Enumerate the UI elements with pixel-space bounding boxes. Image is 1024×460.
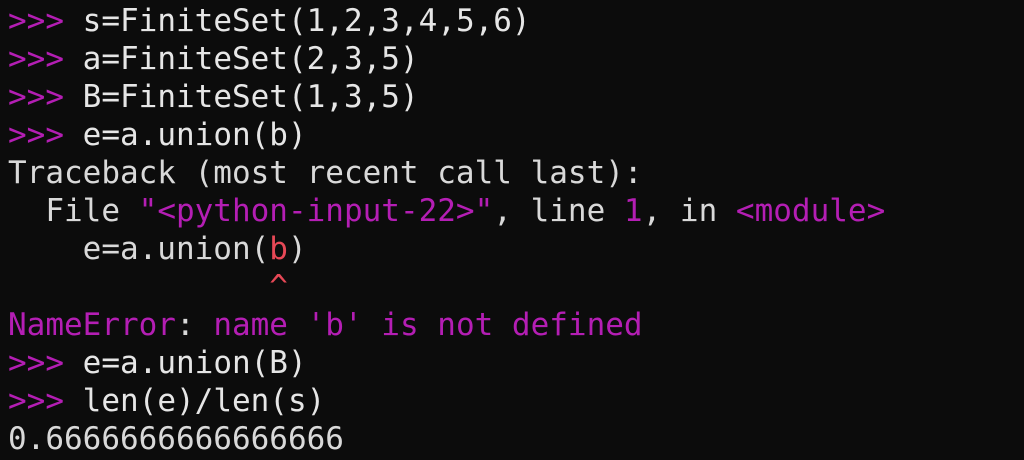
- output-line: 0.6666666666666666: [8, 420, 1024, 458]
- command-text: a=FiniteSet(2,3,5): [82, 41, 419, 77]
- tb-file-prefix: File: [8, 193, 139, 229]
- terminal-window[interactable]: >>> s=FiniteSet(1,2,3,4,5,6) >>> a=Finit…: [0, 0, 1024, 460]
- output-value: 0.6666666666666666: [8, 421, 344, 457]
- tb-file-name: "<python-input-22>": [138, 193, 494, 229]
- input-line: >>> s=FiniteSet(1,2,3,4,5,6): [8, 2, 1024, 40]
- input-line: >>> e=a.union(B): [8, 344, 1024, 382]
- prompt: >>>: [8, 117, 64, 153]
- traceback-header: Traceback (most recent call last):: [8, 154, 1024, 192]
- prompt: >>>: [8, 79, 64, 115]
- prompt: >>>: [8, 383, 64, 419]
- tb-code-prefix: e=a.union(: [8, 231, 270, 267]
- input-line: >>> B=FiniteSet(1,3,5): [8, 78, 1024, 116]
- prompt: >>>: [8, 345, 64, 381]
- tb-in: , in: [642, 193, 736, 229]
- traceback-text: Traceback (most recent call last):: [8, 155, 643, 191]
- input-line: >>> e=a.union(b): [8, 116, 1024, 154]
- tb-line-number: 1: [623, 193, 643, 229]
- prompt: >>>: [8, 41, 64, 77]
- tb-code-highlight: b: [269, 231, 288, 267]
- error-caret: ^: [8, 269, 288, 305]
- command-text: e=a.union(B): [82, 345, 307, 381]
- terminal-output: >>> s=FiniteSet(1,2,3,4,5,6) >>> a=Finit…: [8, 2, 1024, 458]
- error-name: NameError: [8, 307, 176, 343]
- traceback-file-line: File "<python-input-22>", line 1, in <mo…: [8, 192, 1024, 230]
- command-text: s=FiniteSet(1,2,3,4,5,6): [82, 3, 531, 39]
- command-text: len(e)/len(s): [82, 383, 326, 419]
- traceback-code-line: e=a.union(b): [8, 230, 1024, 268]
- error-line: NameError: name 'b' is not defined: [8, 306, 1024, 344]
- input-line: >>> len(e)/len(s): [8, 382, 1024, 420]
- command-text: B=FiniteSet(1,3,5): [82, 79, 419, 115]
- tb-module: <module>: [735, 193, 886, 229]
- command-text: e=a.union(b): [82, 117, 307, 153]
- error-message: name 'b' is not defined: [213, 307, 643, 343]
- prompt: >>>: [8, 3, 64, 39]
- input-line: >>> a=FiniteSet(2,3,5): [8, 40, 1024, 78]
- tb-line-sep: , line: [493, 193, 624, 229]
- traceback-caret-line: ^: [8, 268, 1024, 306]
- tb-code-suffix: ): [287, 231, 307, 267]
- error-sep: :: [175, 307, 214, 343]
